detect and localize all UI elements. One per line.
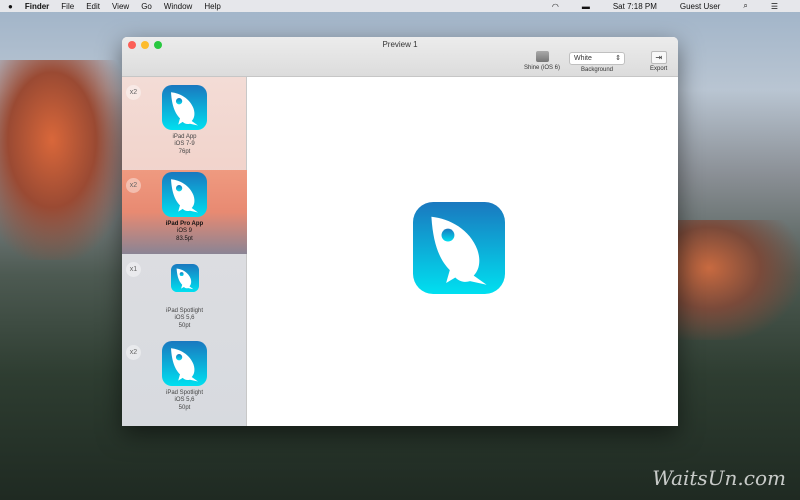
shine-toggle[interactable]: Shine (iOS 6) [524,51,560,71]
item-size: 76pt [178,148,191,155]
battery-icon[interactable]: ▬ [582,2,590,11]
app-icon-rocket [162,341,207,386]
preview-app-icon-rocket [413,202,505,294]
menu-help[interactable]: Help [204,2,220,11]
list-item-selected[interactable]: x2 iPad Pro App iOS 9 83.5pt [122,170,247,254]
wifi-icon[interactable]: ◠ [552,2,559,11]
list-item[interactable]: x1 iPad Spotlight iOS 5,6 50pt [122,254,247,337]
scale-badge: x2 [126,178,141,193]
user-menu[interactable]: Guest User [680,2,720,11]
list-item[interactable]: x2 iPad App iOS 7-9 76pt [122,77,247,170]
item-name: iPad Spotlight [165,307,204,314]
item-size: 50pt [178,322,191,329]
list-item[interactable]: x2 iPad Spotlight iOS 5,6 50pt [122,337,247,426]
item-ios: iOS 7-9 [174,141,195,147]
menu-finder[interactable]: Finder [25,2,49,11]
icon-size-list: x2 iPad App iOS 7-9 76pt x2 iPad Pro App… [122,77,247,426]
menu-view[interactable]: View [112,2,129,11]
window-title: Preview 1 [382,40,418,49]
export-icon: ⇥ [650,51,667,64]
item-size: 50pt [178,404,191,411]
menu-go[interactable]: Go [141,2,152,11]
preview-window: Preview 1 Shine (iOS 6) White Background… [122,37,678,426]
desktop-wallpaper [0,60,130,260]
app-icon-rocket [162,172,207,217]
export-button[interactable]: ⇥ Export [650,51,667,72]
scale-badge: x2 [126,85,141,100]
background-label: Background [580,67,614,73]
background-select[interactable]: White [569,52,625,65]
app-icon-rocket [162,85,207,130]
item-size: 83.5pt [176,235,193,242]
menu-bar: ● Finder File Edit View Go Window Help ◠… [0,0,800,12]
menu-edit[interactable]: Edit [86,2,100,11]
item-ios: iOS 5,6 [174,397,195,403]
watermark: WaitsUn.com [652,466,786,490]
item-name: iPad Spotlight [165,389,204,396]
scale-badge: x1 [126,262,141,277]
apple-menu-icon[interactable]: ● [8,2,13,11]
menu-file[interactable]: File [61,2,74,11]
menu-window[interactable]: Window [164,2,192,11]
spotlight-search-icon[interactable]: ⌕ [743,1,747,11]
desktop-wallpaper-glow [670,220,800,340]
item-name: iPad App [172,133,197,140]
shine-label: Shine (iOS 6) [524,65,561,71]
item-ios: iOS 9 [176,228,192,234]
app-icon-rocket [171,264,199,292]
shine-icon [535,51,549,62]
export-label: Export [650,66,668,72]
background-control: White Background [569,52,625,73]
item-name: iPad Pro App [165,220,204,227]
title-bar: Preview 1 Shine (iOS 6) White Background… [122,37,678,77]
scale-badge: x2 [126,345,141,360]
clock[interactable]: Sat 7:18 PM [613,2,657,11]
notification-center-icon[interactable]: ☰ [771,2,778,11]
item-ios: iOS 5,6 [174,315,195,321]
